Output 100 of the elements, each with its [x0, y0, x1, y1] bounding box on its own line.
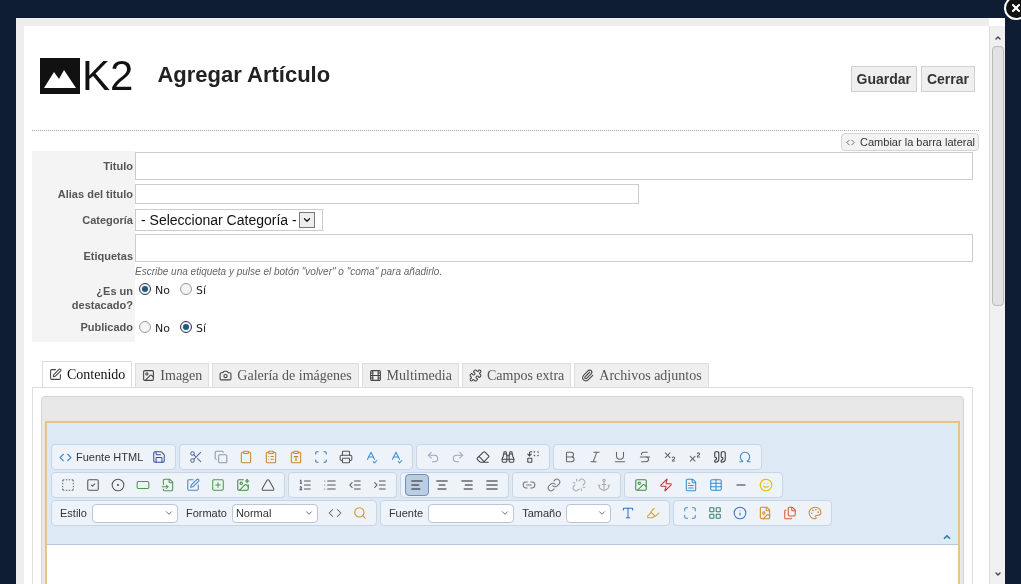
- tab[interactable]: Contenido: [42, 361, 133, 387]
- form-edit-icon: [186, 478, 200, 492]
- alias-field[interactable]: [135, 184, 639, 204]
- caret-icon: [163, 508, 174, 518]
- triangle-icon: [261, 478, 275, 492]
- template-icon: [758, 506, 773, 520]
- button-add-icon: [211, 478, 225, 492]
- radio-button[interactable]: [179, 283, 192, 295]
- table-icon: [709, 478, 723, 492]
- spell-check-icon: [364, 450, 379, 464]
- numbered-list-icon: [298, 478, 312, 492]
- search-icon: [352, 506, 367, 520]
- source-button[interactable]: Fuente HTML: [56, 446, 147, 468]
- scissors-icon: [189, 450, 204, 464]
- tab[interactable]: Multimedia: [361, 363, 459, 387]
- window-title: Agregar Artículo: [157, 61, 331, 89]
- puzzle-icon: [468, 369, 482, 382]
- dialog-button[interactable]: Guardar: [850, 66, 917, 92]
- scrollbar[interactable]: [989, 26, 1005, 584]
- bullet-list-icon: [323, 478, 337, 492]
- text-field-icon: [136, 478, 150, 492]
- dropdown-field[interactable]: [428, 503, 515, 523]
- radio-label: No: [155, 322, 170, 336]
- scroll-up-icon: [993, 34, 1002, 42]
- link-icon: [547, 478, 561, 492]
- eraser-icon: [476, 450, 491, 464]
- dropdown-field[interactable]: [91, 503, 178, 523]
- outdent-icon: [348, 478, 362, 492]
- image-icon: [634, 478, 648, 492]
- bold-icon: [563, 450, 578, 464]
- dialog-button[interactable]: Cerrar: [920, 66, 975, 92]
- maximize-icon: [683, 506, 698, 520]
- indent-icon: [373, 478, 387, 492]
- code-icon: [327, 506, 342, 520]
- tab[interactable]: Imagen: [135, 363, 210, 387]
- tags-field[interactable]: [135, 234, 973, 262]
- link-icon: [522, 478, 536, 492]
- info-icon: [733, 506, 748, 520]
- field-label: Alias del titulo: [57, 187, 133, 201]
- tab[interactable]: Archivos adjuntos: [574, 363, 709, 387]
- radio-label: Sí: [195, 284, 206, 298]
- hint-text: Escribe una etiqueta y pulse el botón "volver" o "coma" para añadirlo.: [135, 265, 444, 279]
- clipboard-icon: [239, 450, 254, 464]
- field-label: Etiquetas: [83, 249, 133, 263]
- unlink-icon: [572, 478, 586, 492]
- align-left-button[interactable]: [405, 474, 429, 496]
- paperclip-icon: [581, 369, 595, 382]
- dropdown-label: Tamaño: [522, 505, 562, 521]
- edit-icon: [49, 368, 62, 381]
- text-color-icon: [621, 506, 636, 520]
- binoculars-icon: [501, 450, 516, 464]
- spell-check-icon: [389, 450, 404, 464]
- radio-label: Sí: [195, 322, 206, 336]
- document-icon: [684, 478, 698, 492]
- save-icon: [152, 450, 167, 464]
- undo-icon: [426, 450, 441, 464]
- blocks-icon: [708, 506, 723, 520]
- strikethrough-icon: [638, 450, 653, 464]
- caret-icon: [500, 508, 511, 518]
- radio-button[interactable]: [139, 321, 151, 333]
- radio-button[interactable]: [139, 283, 151, 295]
- field-label: Titulo: [103, 159, 133, 173]
- dropdown-field[interactable]: [566, 503, 612, 523]
- underline-icon: [613, 450, 628, 464]
- sidebar-toggle-button[interactable]: Cambiar la barra lateral: [841, 133, 979, 151]
- copy-icon: [214, 450, 229, 464]
- subscript-icon: [663, 450, 678, 464]
- dropdown-field[interactable]: Normal: [231, 503, 318, 523]
- redo-icon: [451, 450, 466, 464]
- field-label: Publicado: [80, 320, 133, 334]
- printer-icon: [339, 450, 354, 464]
- dropdown-value: Normal: [234, 505, 273, 521]
- field-label: ¿Es un destacado?: [70, 284, 133, 312]
- mountain-logo-icon: [40, 58, 80, 94]
- smiley-icon: [759, 478, 773, 492]
- flash-icon: [659, 478, 673, 492]
- tab[interactable]: Galería de imágenes: [212, 363, 359, 387]
- image-button-icon: [236, 478, 250, 492]
- italic-icon: [588, 450, 603, 464]
- caret-icon: [301, 215, 312, 225]
- quote-icon: [713, 450, 728, 464]
- align-right-icon: [460, 478, 474, 492]
- tab[interactable]: Campos extra: [461, 363, 572, 387]
- dropdown-label: Formato: [185, 505, 227, 521]
- scroll-down-icon: [993, 570, 1002, 578]
- palette-icon: [808, 506, 823, 520]
- radio-button[interactable]: [179, 321, 192, 333]
- superscript-icon: [688, 450, 703, 464]
- dropdown-label: Fuente: [388, 505, 424, 521]
- omega-icon: [738, 450, 753, 464]
- title-field[interactable]: [135, 152, 973, 180]
- dashed-square-icon: [61, 478, 75, 492]
- align-left-icon: [410, 478, 424, 492]
- dropdown-label: Estilo: [60, 505, 87, 521]
- align-justify-icon: [485, 478, 499, 492]
- clipboard-text-icon: [289, 450, 304, 464]
- category-select[interactable]: - Seleccionar Categoría -: [135, 209, 323, 231]
- clipboard-list-icon: [264, 450, 279, 464]
- close-icon: [1010, 2, 1021, 14]
- caret-icon: [303, 508, 314, 518]
